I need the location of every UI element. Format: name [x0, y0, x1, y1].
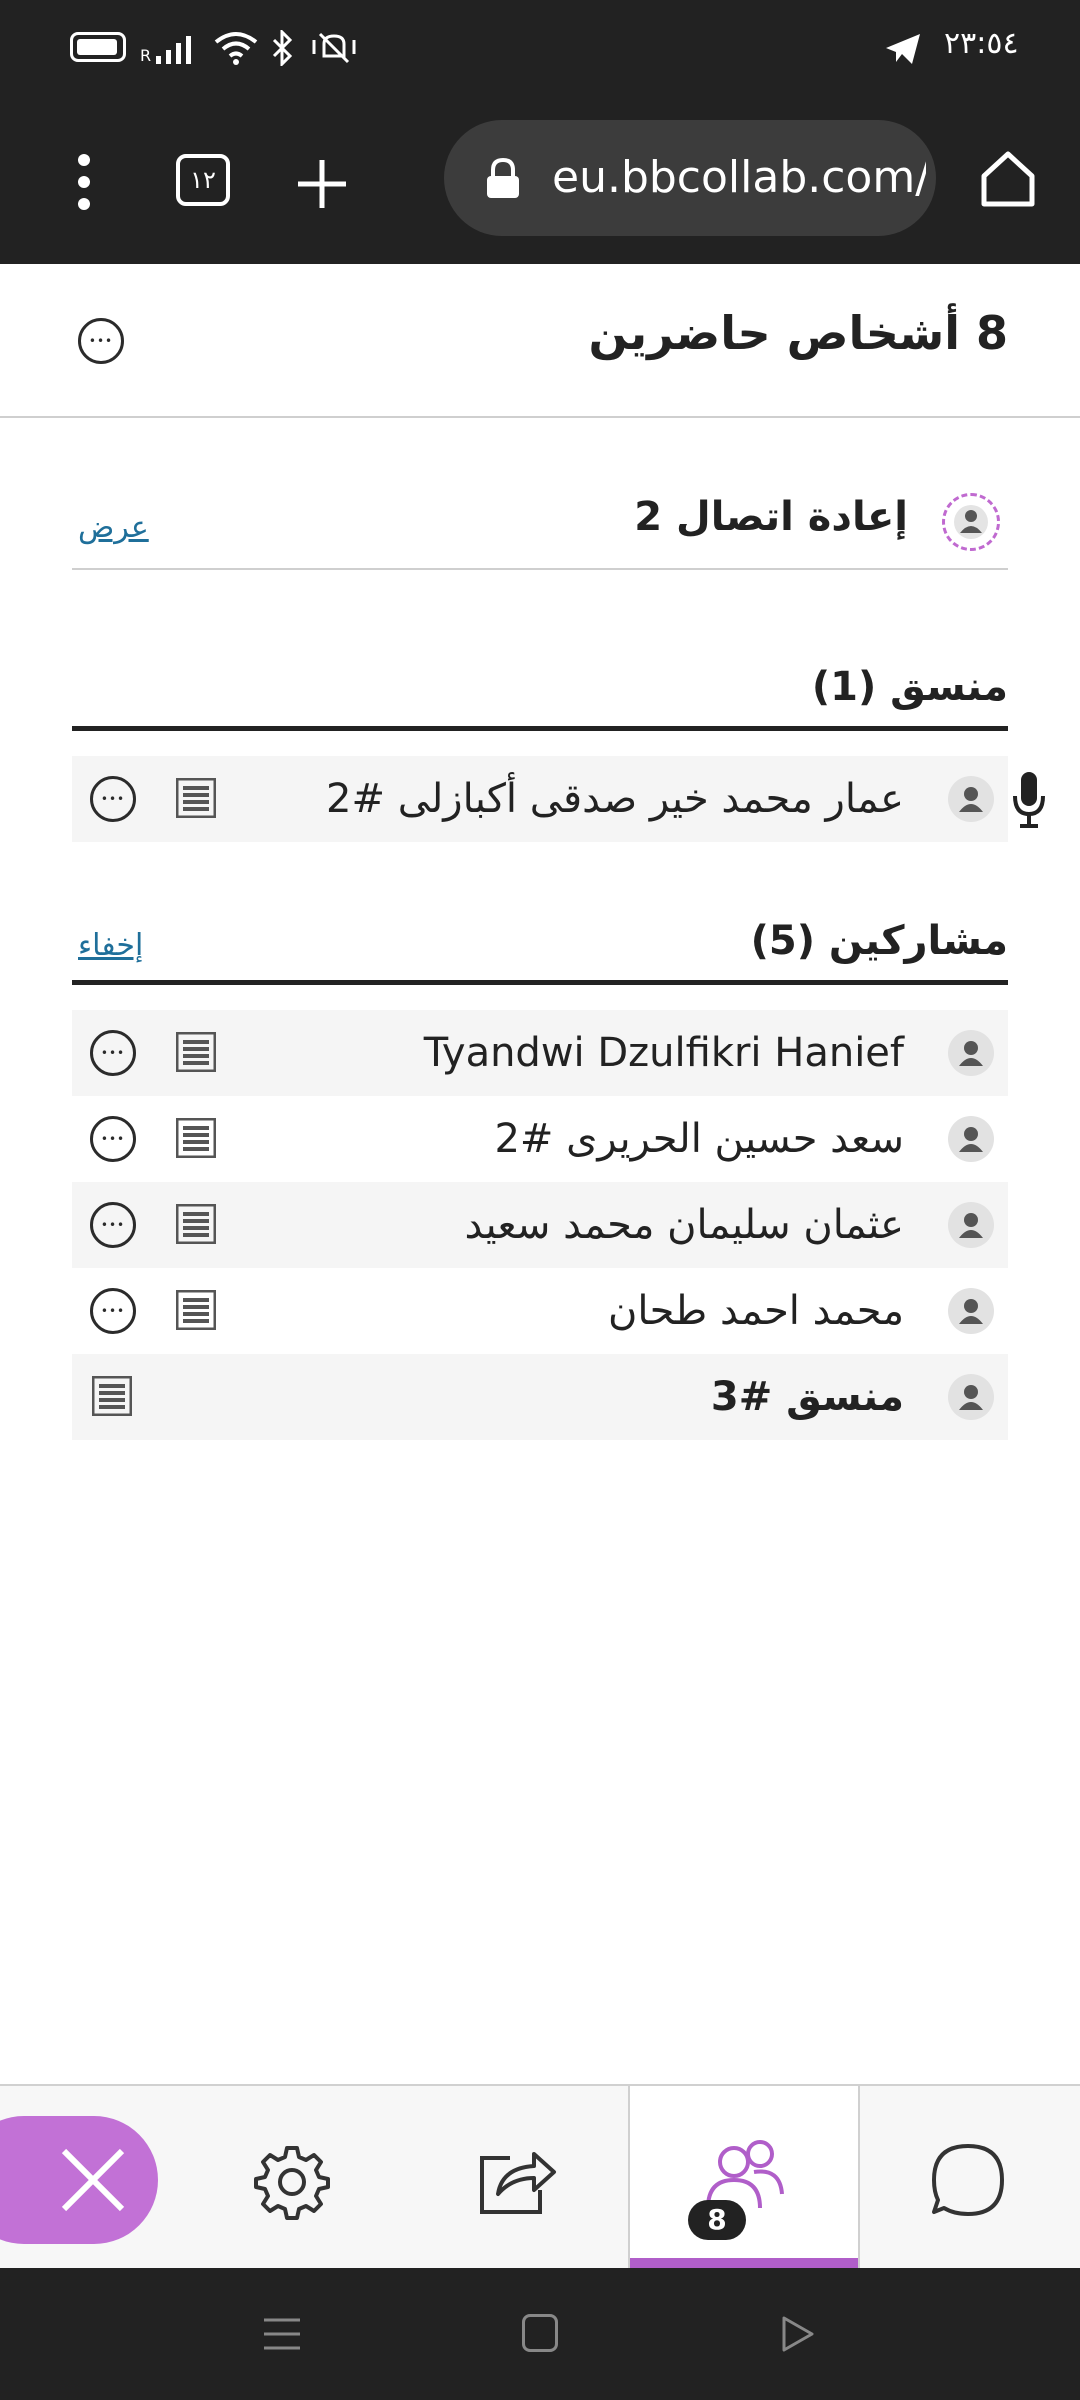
- back-nav-icon[interactable]: [780, 2314, 816, 2354]
- member-options-button[interactable]: [90, 1288, 136, 1334]
- bottom-toolbar: 8: [0, 2084, 1080, 2270]
- list-icon: [175, 1117, 217, 1159]
- tab-count: ١٢: [190, 166, 216, 194]
- member-options-button[interactable]: [90, 1116, 136, 1162]
- list-icon: [175, 1031, 217, 1073]
- moderator-section-heading: منسق (1): [811, 664, 1008, 710]
- menu-kebab-icon[interactable]: [68, 150, 100, 214]
- user-avatar-icon: [948, 776, 994, 822]
- participant-row[interactable]: Tyandwi Dzulfikri Hanief: [72, 1010, 1008, 1096]
- user-avatar-icon: [948, 1374, 994, 1420]
- page-title: 8 أشخاص حاضرين: [588, 306, 1008, 360]
- participant-row[interactable]: منسق #3: [72, 1354, 1008, 1440]
- home-nav-icon[interactable]: [522, 2314, 558, 2352]
- address-bar[interactable]: eu.bbcollab.com/: [444, 120, 936, 236]
- settings-icon[interactable]: [254, 2144, 330, 2220]
- participant-row[interactable]: سعد حسين الحريرى #2: [72, 1096, 1008, 1182]
- signal-icon: [156, 34, 198, 64]
- attendees-tab[interactable]: 8: [628, 2086, 860, 2270]
- member-name: منسق #3: [710, 1374, 904, 1420]
- member-name: محمد احمد طحان: [608, 1288, 904, 1334]
- user-avatar-icon: [948, 1202, 994, 1248]
- status-bar: R ٢٣:٥٤: [0, 0, 1080, 96]
- participants-section-divider: [72, 980, 1008, 985]
- panel-header: 8 أشخاص حاضرين: [0, 266, 1080, 418]
- member-name: عمار محمد خير صدقى أكبازلى #2: [326, 776, 904, 822]
- telegram-icon: [884, 32, 922, 66]
- list-icon: [91, 1375, 133, 1417]
- close-session-button[interactable]: [0, 2116, 158, 2244]
- reconnecting-label: إعادة اتصال 2: [634, 494, 908, 540]
- battery-icon: [70, 32, 126, 62]
- chat-icon[interactable]: [930, 2142, 1006, 2218]
- clock: ٢٣:٥٤: [944, 26, 1019, 61]
- list-icon: [175, 1289, 217, 1331]
- user-avatar-icon: [948, 1288, 994, 1334]
- participant-row[interactable]: محمد احمد طحان: [72, 1268, 1008, 1354]
- network-roaming-label: R: [140, 46, 152, 65]
- panel-more-options-button[interactable]: [78, 318, 124, 364]
- reconnecting-avatar-icon: [942, 493, 1000, 551]
- show-reconnecting-link[interactable]: عرض: [78, 510, 149, 545]
- moderator-row[interactable]: عمار محمد خير صدقى أكبازلى #2: [72, 756, 1008, 842]
- wifi-icon: [214, 30, 258, 66]
- member-name: Tyandwi Dzulfikri Hanief: [423, 1030, 904, 1076]
- user-avatar-icon: [948, 1116, 994, 1162]
- member-options-button[interactable]: [90, 1202, 136, 1248]
- tab-switcher-button[interactable]: ١٢: [176, 154, 230, 206]
- member-name: عثمان سليمان محمد سعيد: [464, 1202, 904, 1248]
- member-options-button[interactable]: [90, 776, 136, 822]
- browser-toolbar: ١٢ eu.bbcollab.com/: [0, 96, 1080, 264]
- lock-icon: [484, 157, 522, 200]
- bluetooth-icon: [270, 28, 294, 68]
- attendees-count: 8: [707, 2203, 727, 2236]
- share-content-icon[interactable]: [478, 2144, 558, 2216]
- hide-participants-link[interactable]: إخفاء: [78, 928, 143, 963]
- new-tab-icon[interactable]: [296, 158, 348, 210]
- microphone-icon: [1012, 770, 1046, 830]
- url-text: eu.bbcollab.com/: [552, 152, 926, 203]
- home-icon[interactable]: [978, 148, 1038, 208]
- mute-icon: [310, 30, 358, 66]
- attendees-count-badge: 8: [688, 2200, 746, 2240]
- participant-row[interactable]: عثمان سليمان محمد سعيد: [72, 1182, 1008, 1268]
- close-icon: [61, 2148, 125, 2212]
- reconnecting-row: عرض إعادة اتصال 2: [72, 478, 1008, 570]
- list-icon: [175, 777, 217, 819]
- list-icon: [175, 1203, 217, 1245]
- participants-section-heading: مشاركين (5): [750, 918, 1008, 964]
- recents-icon[interactable]: [264, 2316, 300, 2352]
- member-options-button[interactable]: [90, 1030, 136, 1076]
- member-name: سعد حسين الحريرى #2: [494, 1116, 904, 1162]
- user-avatar-icon: [948, 1030, 994, 1076]
- system-navigation-bar: [0, 2268, 1080, 2400]
- moderator-section-divider: [72, 726, 1008, 731]
